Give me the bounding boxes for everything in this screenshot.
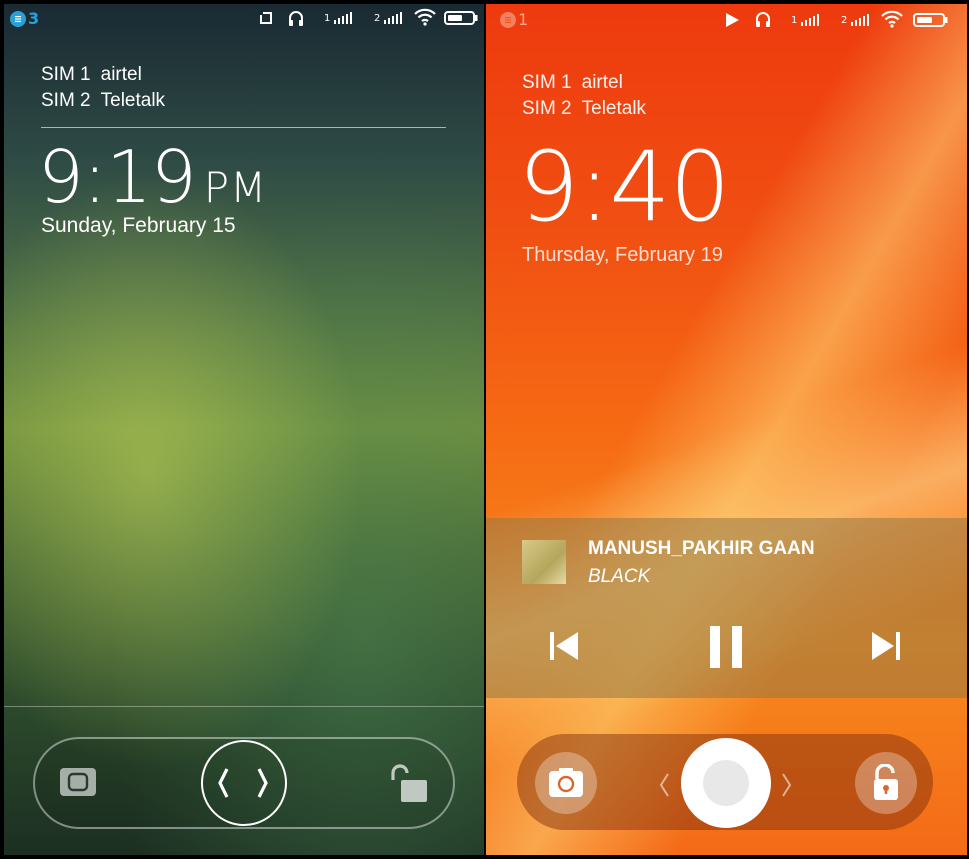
- unlock-handle[interactable]: [681, 738, 771, 828]
- sim2-carrier: Teletalk: [581, 98, 647, 119]
- clock-date: Thursday, February 19: [522, 244, 723, 266]
- lockscreen-left: 3 1 2 SIM 1 airtel SIM 2 Teletalk 9:19 P…: [4, 4, 484, 855]
- notification-count: 3: [28, 9, 40, 28]
- battery-icon: [913, 13, 949, 31]
- sim-info: SIM 1 airtel SIM 2 Teletalk: [522, 70, 646, 122]
- track-title: MANUSH_PAKHIR GAAN: [588, 538, 815, 559]
- notification-icon: [10, 10, 26, 27]
- signal-icon: 1: [791, 14, 820, 26]
- chevron-right-icon: [257, 768, 268, 798]
- sim1-carrier: airtel: [581, 72, 623, 93]
- chevron-left-icon: [218, 768, 229, 798]
- sim2-label: SIM 2: [41, 90, 91, 111]
- headphones-icon: [287, 9, 305, 31]
- headphones-icon: [754, 10, 772, 32]
- music-player: MANUSH_PAKHIR GAAN BLACK: [486, 518, 967, 698]
- sim1-carrier: airtel: [100, 64, 142, 85]
- signal-icon: 1: [324, 12, 353, 24]
- sim2-label: SIM 2: [522, 98, 572, 119]
- unlock-button[interactable]: [855, 752, 917, 814]
- wifi-icon: [414, 8, 436, 30]
- pause-icon[interactable]: [708, 624, 744, 674]
- clock-time: 9:19: [38, 135, 197, 219]
- chevron-left-icon: [659, 773, 669, 797]
- unlock-handle[interactable]: [201, 740, 287, 826]
- lockscreen-right: 1 1 2 SIM 1 airtel SIM 2 Teletalk 9:40 T…: [486, 4, 967, 855]
- divider: [4, 706, 484, 707]
- previous-track-icon[interactable]: [548, 630, 580, 666]
- status-bar: 1 1 2: [486, 4, 967, 34]
- signal-icon: 2: [841, 14, 870, 26]
- clock-date: Sunday, February 15: [41, 214, 236, 237]
- chevron-right-icon: [782, 773, 792, 797]
- notification-indicator[interactable]: 1: [500, 10, 528, 29]
- notification-count: 1: [518, 10, 529, 29]
- clock-ampm: PM: [203, 163, 268, 212]
- rotation-lock-icon: [258, 10, 274, 30]
- clock-time: 9:40: [518, 131, 731, 243]
- sim1-row: SIM 1 airtel: [41, 62, 165, 88]
- signal-icon: 2: [374, 12, 403, 24]
- sim2-row: SIM 2 Teletalk: [41, 88, 165, 114]
- sim1-label: SIM 1: [522, 72, 572, 93]
- album-art: [522, 540, 566, 584]
- camera-button[interactable]: [535, 752, 597, 814]
- sim-info: SIM 1 airtel SIM 2 Teletalk: [41, 62, 165, 114]
- camera-icon[interactable]: [59, 767, 97, 801]
- status-bar: 3 1 2: [4, 4, 484, 34]
- notification-indicator[interactable]: 3: [10, 9, 39, 28]
- notification-icon: [500, 11, 516, 28]
- sim1-row: SIM 1 airtel: [522, 70, 646, 96]
- wifi-icon: [881, 10, 903, 32]
- track-artist: BLACK: [588, 566, 651, 587]
- sim2-row: SIM 2 Teletalk: [522, 96, 646, 122]
- battery-icon: [444, 11, 478, 29]
- play-status-icon: [724, 12, 740, 32]
- unlock-icon[interactable]: [387, 764, 431, 808]
- handle-knob: [703, 760, 749, 806]
- sim2-carrier: Teletalk: [100, 90, 166, 111]
- next-track-icon[interactable]: [870, 630, 902, 666]
- sim1-label: SIM 1: [41, 64, 91, 85]
- camera-icon: [549, 768, 583, 797]
- divider: [41, 127, 446, 128]
- unlock-icon: [874, 764, 898, 800]
